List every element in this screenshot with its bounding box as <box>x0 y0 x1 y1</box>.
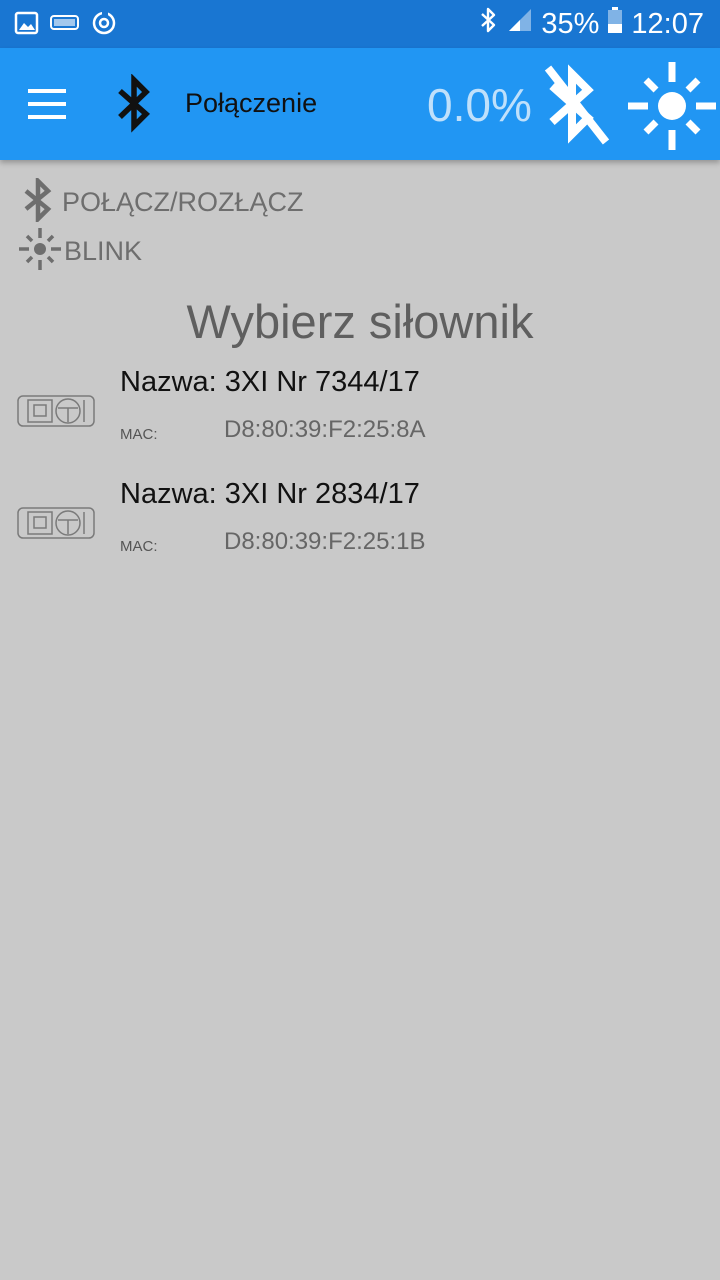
system-icons: 35% 12:07 <box>479 0 704 48</box>
mac-label: MAC: <box>120 538 158 555</box>
bluetooth-disabled-icon[interactable] <box>538 62 612 153</box>
device-list-item[interactable]: Nazwa: 3XI Nr 7344/17 MAC: D8:80:39:F2:2… <box>0 366 720 466</box>
bluetooth-icon <box>112 73 156 139</box>
zdub-badge-icon <box>50 11 80 40</box>
hamburger-menu-icon <box>28 89 66 93</box>
device-name: Nazwa: 3XI Nr 7344/17 <box>120 366 420 398</box>
battery-percent: 35% <box>541 7 600 40</box>
mac-address: D8:80:39:F2:25:1B <box>224 528 426 555</box>
device-name: Nazwa: 3XI Nr 2834/17 <box>120 478 420 510</box>
bluetooth-icon <box>20 175 56 227</box>
connect-disconnect-button[interactable]: POŁĄCZ/ROZŁĄCZ <box>20 175 304 227</box>
actuator-icon <box>16 390 98 437</box>
connect-label: POŁĄCZ/ROZŁĄCZ <box>62 187 304 217</box>
gallery-icon <box>14 10 40 41</box>
device-list-item[interactable]: Nazwa: 3XI Nr 2834/17 MAC: D8:80:39:F2:2… <box>0 478 720 578</box>
app-title: Połączenie <box>185 88 318 118</box>
sync-icon <box>90 9 118 42</box>
blink-button[interactable]: BLINK <box>17 226 142 277</box>
bluetooth-icon <box>479 6 499 42</box>
app-bar: Połączenie 0.0% <box>0 48 720 160</box>
status-bar: 35% 12:07 <box>0 0 720 48</box>
actuator-icon <box>16 502 98 549</box>
mac-address: D8:80:39:F2:25:8A <box>224 416 426 443</box>
clock: 12:07 <box>631 7 704 40</box>
level-readout: 0.0% <box>427 79 532 131</box>
menu-button[interactable] <box>22 80 74 128</box>
battery-icon <box>607 6 623 42</box>
sun-icon <box>17 226 63 277</box>
blink-label: BLINK <box>64 236 143 266</box>
notification-icons <box>14 9 118 42</box>
section-title: Wybierz siłownik <box>186 295 534 348</box>
signal-icon <box>507 7 533 41</box>
sun-icon[interactable] <box>626 60 718 157</box>
mac-label: MAC: <box>120 426 158 443</box>
